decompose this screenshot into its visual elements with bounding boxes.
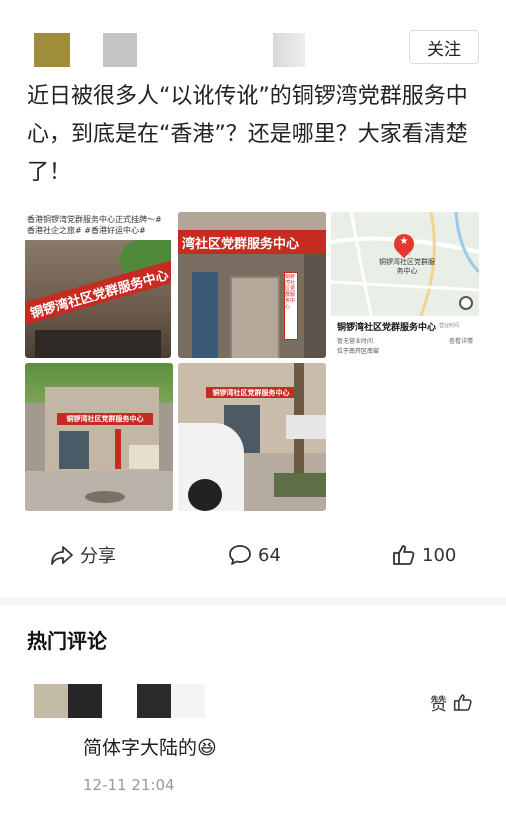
comment-like-button[interactable]: 赞	[430, 690, 473, 715]
commenter-meta-blurred	[171, 684, 205, 718]
door	[230, 276, 280, 358]
building-sign: 湾社区党群服务中心	[178, 230, 326, 254]
commenter-avatar[interactable]	[34, 684, 68, 718]
building-sign: 铜锣湾社区党群服务中心	[57, 413, 153, 425]
post-photo-1[interactable]: 香港铜锣湾党群服务中心正式挂牌～#香港社企之旅# #香港好运中心# 铜锣湾社区党…	[25, 212, 171, 358]
wall-top	[178, 212, 326, 230]
notice-board	[129, 445, 159, 469]
share-button[interactable]: 分享	[50, 540, 116, 570]
brick-wall	[304, 254, 326, 358]
commenter-name-blurred[interactable]	[137, 684, 171, 718]
red-pillar	[115, 429, 121, 469]
place-status: 暂无营业时间	[337, 338, 374, 345]
thumbs-up-icon	[453, 694, 472, 711]
place-name: 铜锣湾社区党群服务中心	[337, 323, 437, 333]
post-photo-4[interactable]: 铜锣湾社区党群服务中心	[25, 363, 173, 511]
photo-caption: 香港铜锣湾党群服务中心正式挂牌～#香港社企之旅# #香港好运中心#	[27, 215, 162, 235]
place-card: 铜锣湾社区党群服务中心 营业时间 暂无营业时间 查看详情 位于南开区南窑	[331, 316, 479, 358]
thumbs-up-icon	[393, 545, 415, 565]
post-text: 近日被很多人“以讹传讹”的铜锣湾党群服务中心，到底是在“香港”？还是哪里？大家看…	[27, 84, 468, 185]
building-sign: 铜锣湾社区党群服务中心	[206, 387, 296, 398]
place-detail-link: 查看详情	[449, 338, 474, 345]
door-frame	[192, 272, 218, 358]
like-count: 100	[422, 544, 457, 566]
comment-like-label: 赞	[430, 695, 447, 715]
map-area: ★ 铜锣湾社区党群服务中心	[331, 212, 479, 316]
laughing-emoji-icon: 😆	[197, 737, 217, 759]
storefront-door	[59, 431, 89, 469]
section-divider	[0, 597, 506, 605]
locate-icon	[459, 296, 473, 310]
comment-text: 简体字大陆的😆	[83, 733, 217, 760]
comment-body: 简体字大陆的	[83, 737, 198, 759]
comment-count: 64	[258, 544, 281, 566]
planter	[274, 473, 326, 497]
shop-window	[35, 330, 161, 358]
share-label: 分享	[80, 546, 116, 567]
comment-icon	[229, 545, 251, 565]
comment-button[interactable]: 64	[228, 540, 281, 570]
share-icon	[51, 546, 73, 565]
author-name-blurred[interactable]	[103, 33, 137, 67]
place-tag: 营业时间	[439, 323, 460, 329]
parked-car-right	[286, 415, 326, 439]
author-meta-blurred	[273, 33, 305, 67]
plaque-text: 铜锣湾社区党群服务中心	[285, 274, 295, 310]
like-button[interactable]: 100	[392, 540, 456, 570]
follow-button[interactable]: 关注	[409, 30, 479, 64]
hot-comments-title: 热门评论	[27, 629, 107, 653]
map-pin-label: 铜锣湾社区党群服务中心	[379, 258, 435, 275]
post-photo-3-map[interactable]: ★ 铜锣湾社区党群服务中心 铜锣湾社区党群服务中心 营业时间 暂无营业时间 查看…	[331, 212, 479, 358]
comment-timestamp: 12-11 21:04	[83, 776, 175, 794]
author-avatar[interactable]	[34, 33, 70, 67]
post-photo-5[interactable]: 铜锣湾社区党群服务中心	[178, 363, 326, 511]
map-pin-star-icon: ★	[399, 236, 409, 247]
post-photo-2[interactable]: 湾社区党群服务中心 铜锣湾社区党群服务中心	[178, 212, 326, 358]
place-address: 位于南开区南窑	[337, 348, 380, 355]
manhole-cover	[85, 491, 125, 503]
commenter-avatar-blurred	[68, 684, 102, 718]
car-tire	[188, 479, 222, 511]
